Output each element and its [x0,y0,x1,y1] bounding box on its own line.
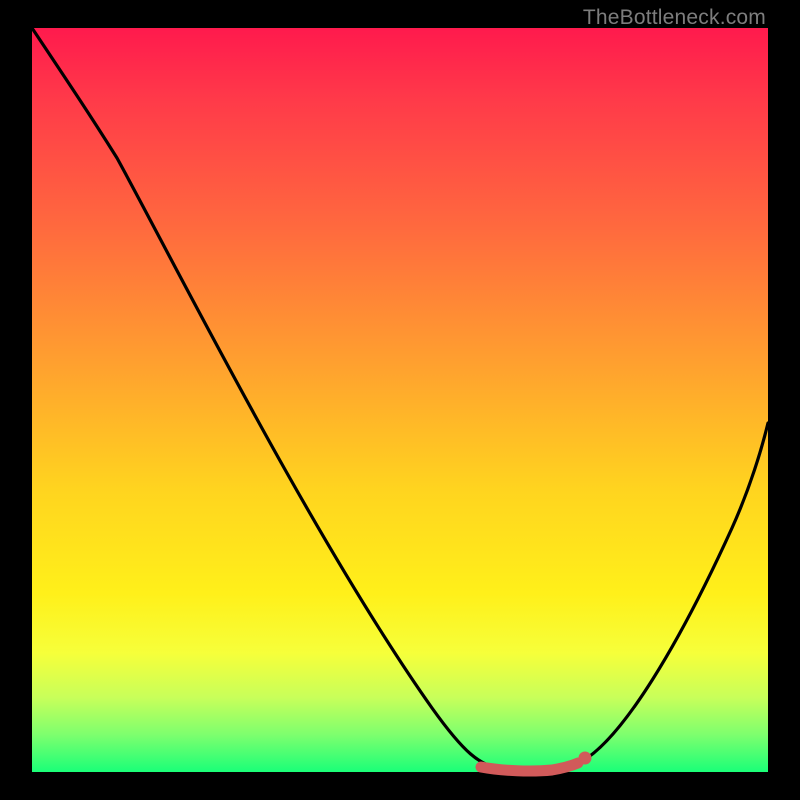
highlight-segment [481,763,578,771]
chart-frame: TheBottleneck.com [0,0,800,800]
watermark-text: TheBottleneck.com [583,6,766,30]
highlight-dot-icon [579,752,592,765]
chart-plot-area [32,28,768,772]
bottleneck-curve [32,28,768,771]
chart-svg [32,28,768,772]
